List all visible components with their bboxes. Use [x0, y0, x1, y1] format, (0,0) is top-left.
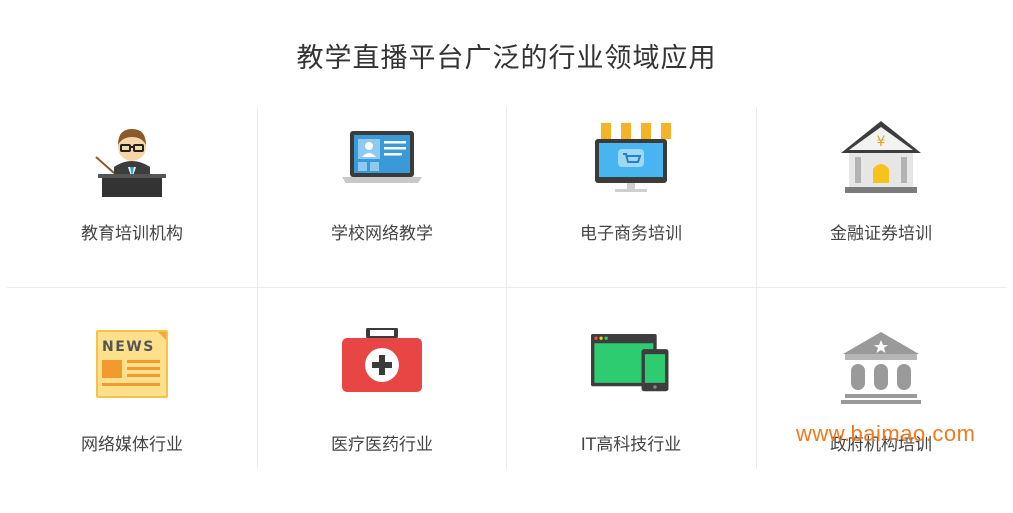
- laptop-icon: [342, 117, 422, 197]
- storefront-icon: [591, 117, 671, 197]
- industry-item-medical[interactable]: 医疗医药行业: [257, 288, 507, 468]
- industry-label: IT高科技行业: [580, 435, 682, 455]
- industry-label: 医疗医药行业: [331, 435, 433, 455]
- svg-text:NEWS: NEWS: [102, 339, 155, 355]
- industry-label: 教育培训机构: [81, 224, 183, 244]
- medical-kit-icon: [342, 326, 422, 408]
- teacher-icon: [92, 117, 172, 200]
- industry-item-finance[interactable]: ¥ 金融证券培训: [756, 107, 1006, 287]
- government-icon: [841, 332, 921, 412]
- devices-icon: [591, 326, 671, 406]
- industry-label: 网络媒体行业: [81, 435, 183, 455]
- industry-grid: 教育培训机构 学校网络教学 电子商务培训 ¥ 金融证券培训 NEWS 网络媒体行…: [7, 107, 1007, 469]
- industry-item-education[interactable]: 教育培训机构: [7, 107, 257, 287]
- svg-text:¥: ¥: [877, 134, 886, 150]
- page-title: 教学直播平台广泛的行业领域应用: [296, 43, 717, 74]
- industry-item-it[interactable]: IT高科技行业: [506, 288, 756, 468]
- industry-item-ecommerce[interactable]: 电子商务培训: [506, 107, 756, 287]
- industry-label: 电子商务培训: [580, 224, 682, 244]
- industry-item-media[interactable]: NEWS 网络媒体行业: [7, 288, 257, 468]
- news-icon: NEWS: [92, 328, 172, 408]
- industry-label: 学校网络教学: [331, 224, 433, 244]
- watermark: www.baimao.com: [796, 421, 976, 446]
- bank-icon: ¥: [841, 117, 921, 197]
- industry-label: 金融证券培训: [830, 224, 932, 244]
- industry-item-school[interactable]: 学校网络教学: [257, 107, 507, 287]
